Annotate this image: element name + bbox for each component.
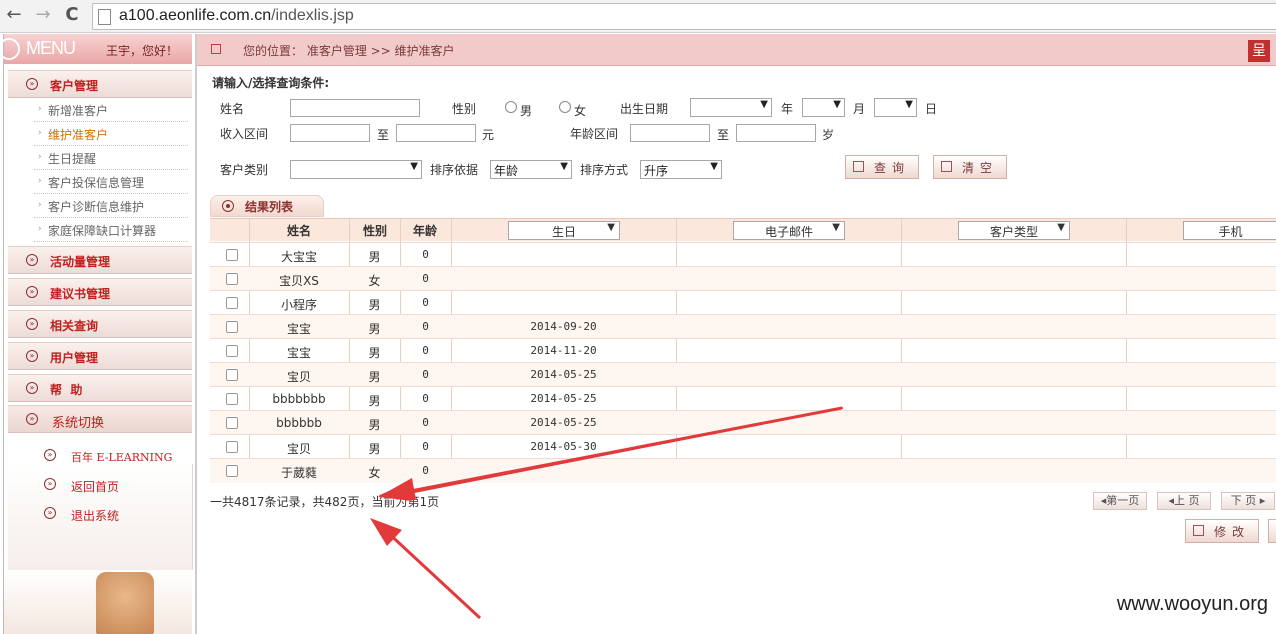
- watermark: www.wooyun.org: [1116, 593, 1268, 615]
- annotation-arrow-lower-shaft: [383, 528, 482, 620]
- annotation-arrows: [370, 406, 843, 620]
- annotation-arrow-upper-head: [378, 478, 416, 500]
- annotation-arrow-upper-shaft: [394, 406, 843, 496]
